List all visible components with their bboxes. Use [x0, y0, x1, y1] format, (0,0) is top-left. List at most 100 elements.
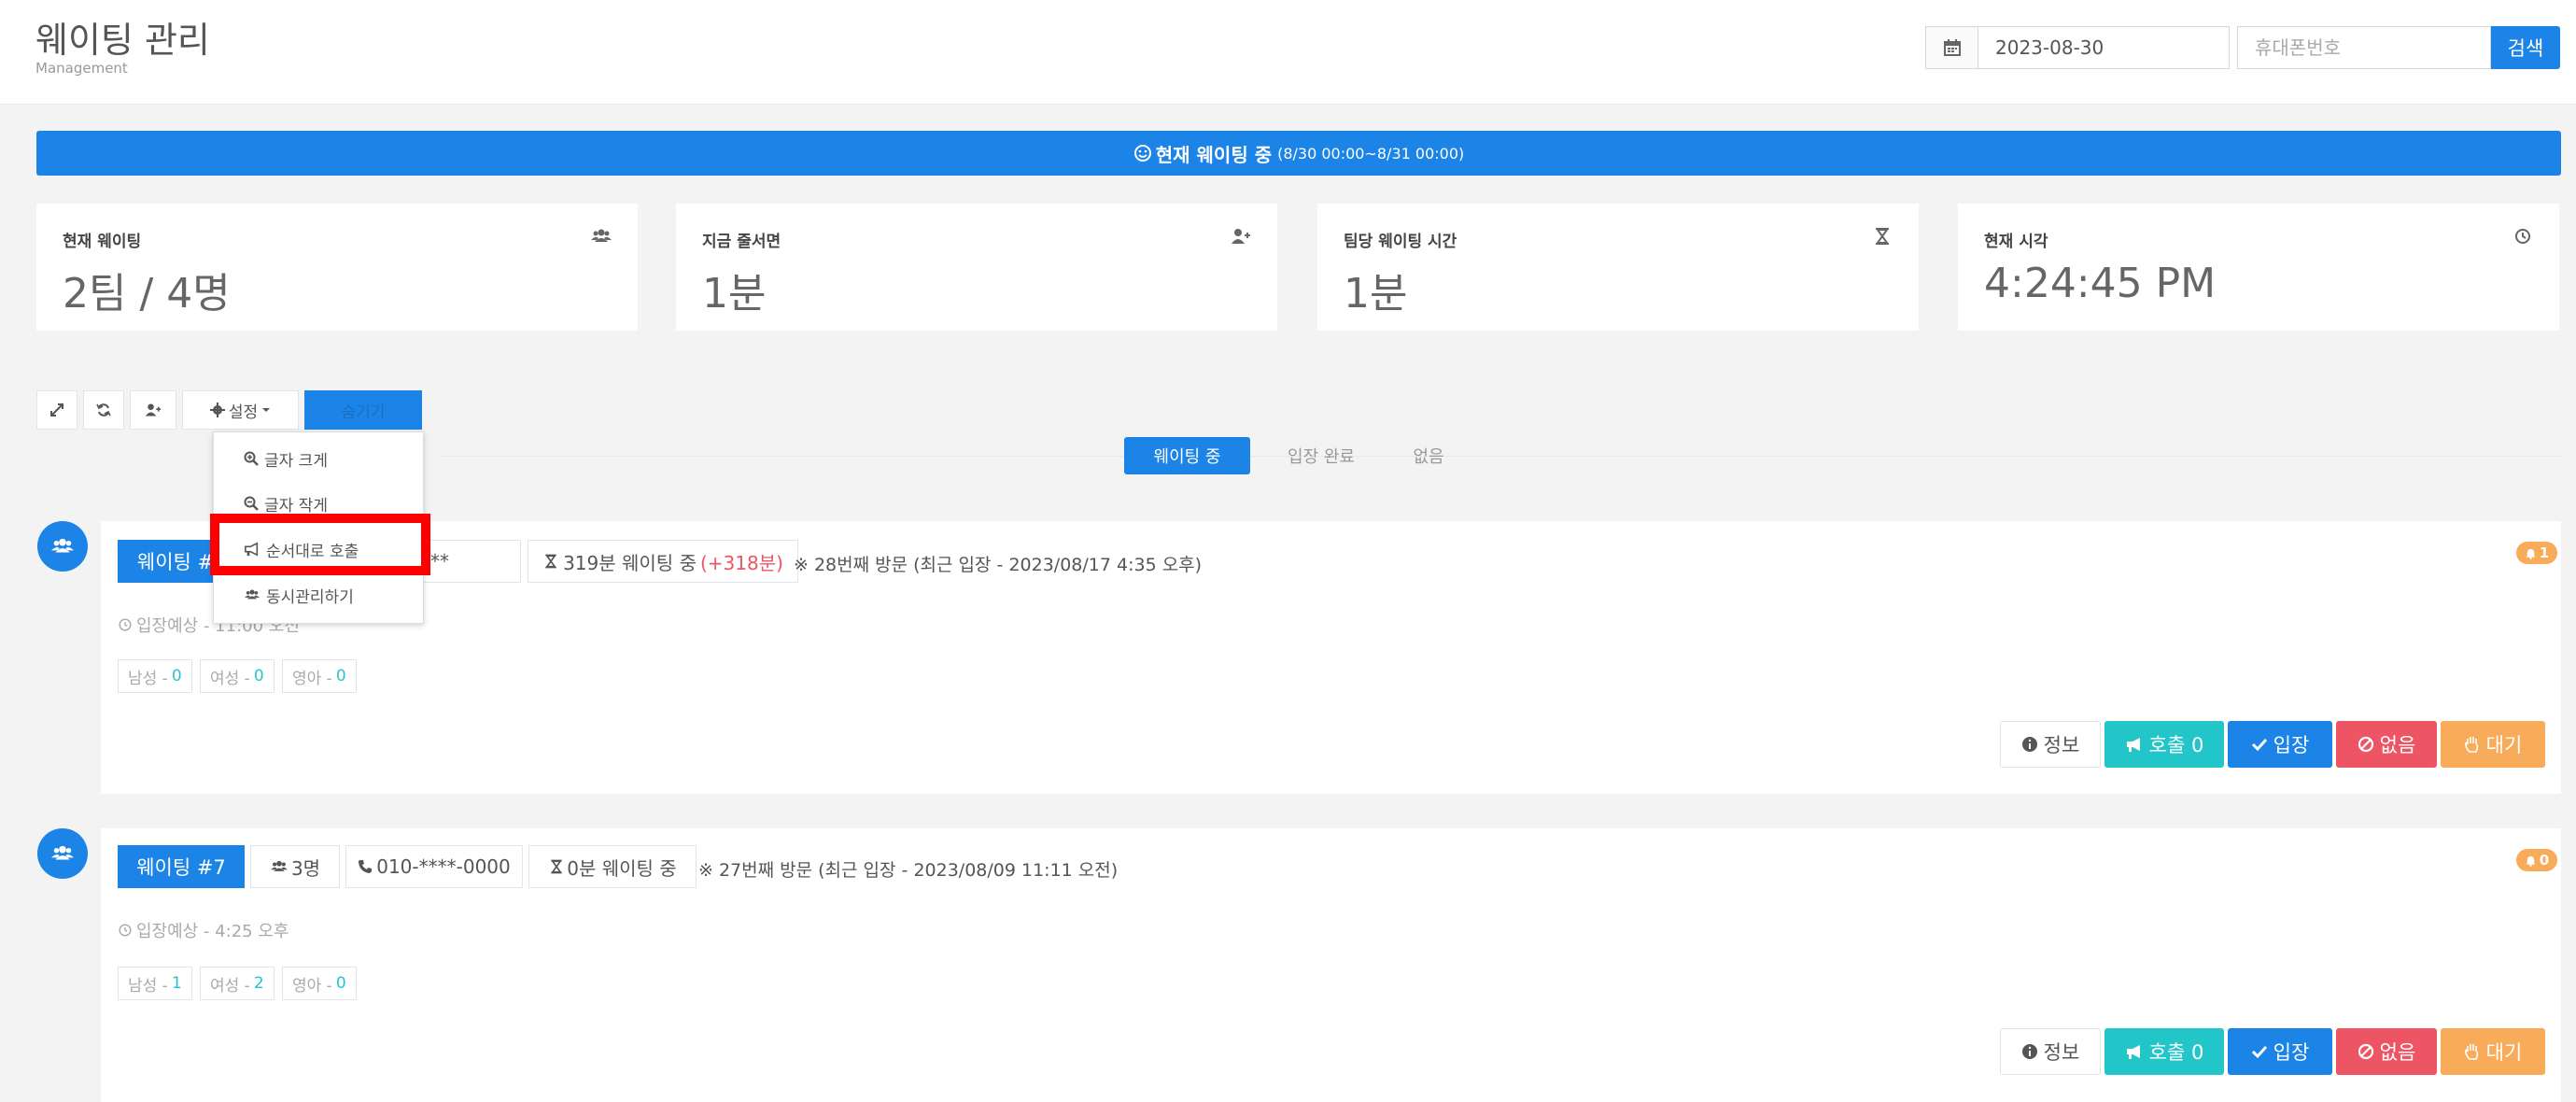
no-show-label: 없음 [2379, 734, 2416, 756]
waiting-number: 웨이팅 #7 [118, 845, 245, 888]
no-show-button[interactable]: 없음 [2336, 1028, 2437, 1075]
wait-time: 319분 웨이팅 중 [563, 551, 697, 574]
hourglass-icon [551, 859, 562, 874]
tab-none[interactable]: 없음 [1391, 437, 1466, 474]
users-icon [591, 229, 612, 242]
add-user-button[interactable] [130, 390, 176, 430]
info-label: 정보 [2043, 734, 2080, 756]
menu-item-label: 글자 크게 [264, 451, 328, 471]
menu-item-multi-manage[interactable]: 동시관리하기 [214, 576, 423, 614]
hold-label: 대기 [2485, 734, 2523, 756]
menu-item-label: 동시관리하기 [266, 587, 354, 607]
zoom-in-icon [244, 451, 259, 466]
date-value[interactable]: 2023-08-30 [1978, 27, 2104, 68]
check-icon [2251, 1045, 2267, 1059]
female-count-value: 2 [253, 974, 264, 993]
female-count-label: 여성 - [210, 976, 250, 996]
clock-icon [2515, 229, 2530, 244]
user-plus-icon [145, 403, 162, 417]
expand-icon [50, 403, 63, 417]
visit-history: ※ 28번째 방문 (최근 입장 - 2023/08/17 4:35 오후) [794, 555, 1203, 575]
female-count-label: 여성 - [210, 669, 250, 688]
wait-time-pill: 319분 웨이팅 중 (+318분) [528, 540, 798, 583]
user-plus-icon [1232, 229, 1250, 244]
info-button[interactable]: 정보 [2000, 721, 2101, 768]
stat-value: 4:24:45 PM [1984, 260, 2217, 307]
zoom-out-icon [244, 496, 259, 511]
enter-label: 입장 [2273, 734, 2310, 756]
call-count-badge: 1 [2516, 542, 2557, 564]
female-count: 여성 -2 [200, 967, 274, 1000]
entry-estimate: 입장예상 - 4:25 오후 [118, 918, 289, 942]
refresh-icon [96, 403, 111, 417]
stat-label: 현재 웨이팅 [63, 233, 142, 251]
stat-value: 2팀 / 4명 [63, 270, 231, 318]
phone-pill: 010-****-0000 [345, 845, 523, 888]
infant-count-label: 영아 - [292, 669, 332, 688]
infant-count-value: 0 [335, 667, 346, 685]
female-count-value: 0 [253, 667, 264, 685]
enter-button[interactable]: 입장 [2228, 1028, 2332, 1075]
hide-button[interactable]: 숨기기 [304, 390, 422, 430]
hand-icon [2464, 1044, 2478, 1060]
male-count-label: 남성 - [128, 669, 168, 688]
info-icon [2021, 1044, 2037, 1059]
search-button[interactable]: 검색 [2491, 26, 2560, 69]
settings-dropdown-button[interactable]: 설정 [182, 390, 299, 430]
hourglass-icon [545, 554, 556, 569]
male-count: 남성 -1 [118, 967, 192, 1000]
call-label: 호출 0 [2148, 734, 2204, 756]
stat-value: 1분 [1344, 270, 1408, 318]
calendar-icon[interactable] [1926, 27, 1978, 68]
wait-time-pill: 0분 웨이팅 중 [528, 845, 697, 888]
phone-icon [359, 860, 373, 873]
tab-waiting[interactable]: 웨이팅 중 [1124, 437, 1250, 474]
settings-label: 설정 [228, 403, 259, 422]
phone-search-input[interactable] [2237, 26, 2491, 69]
hold-button[interactable]: 대기 [2441, 721, 2545, 768]
no-show-button[interactable]: 없음 [2336, 721, 2437, 768]
call-count-badge: 0 [2516, 849, 2557, 871]
highlight-box [210, 514, 430, 575]
stat-card-current-waiting: 현재 웨이팅 2팀 / 4명 [36, 204, 638, 331]
clock-icon [119, 924, 132, 937]
infant-count: 영아 -0 [282, 967, 357, 1000]
banner-range: (8/30 00:00~8/31 00:00) [1277, 144, 1465, 162]
wait-extra: (+318분) [699, 551, 783, 574]
smile-icon [1133, 145, 1151, 162]
status-banner: 현재 웨이팅 중 (8/30 00:00~8/31 00:00) [36, 131, 2561, 176]
call-button[interactable]: 호출 0 [2104, 721, 2224, 768]
waiting-card: 웨이팅 # ** 319분 웨이팅 중 (+318분) ※ 28번째 방문 (최… [101, 521, 2561, 794]
male-count-value: 0 [171, 667, 182, 685]
menu-item-font-larger[interactable]: 글자 크게 [214, 440, 423, 477]
users-icon [51, 538, 74, 553]
hand-icon [2464, 737, 2478, 753]
badge-count: 0 [2539, 852, 2550, 869]
entry-estimate-text: 입장예상 - 4:25 오후 [136, 922, 289, 941]
refresh-button[interactable] [83, 390, 124, 430]
party-size: 3명 [290, 856, 321, 880]
phone-number: 010-****-0000 [376, 855, 511, 878]
male-count-label: 남성 - [128, 976, 168, 996]
enter-label: 입장 [2273, 1041, 2310, 1064]
hold-button[interactable]: 대기 [2441, 1028, 2545, 1075]
bell-icon [2526, 855, 2536, 867]
infant-count-value: 0 [335, 974, 346, 993]
avatar [37, 521, 88, 572]
hourglass-icon [1876, 228, 1889, 245]
tab-entered[interactable]: 입장 완료 [1270, 437, 1372, 474]
users-icon [51, 845, 74, 860]
call-button[interactable]: 호출 0 [2104, 1028, 2224, 1075]
bullhorn-icon [2126, 1045, 2140, 1059]
stat-value: 1분 [702, 270, 767, 318]
info-button[interactable]: 정보 [2000, 1028, 2101, 1075]
menu-item-label: 글자 작게 [264, 496, 328, 516]
date-picker[interactable]: 2023-08-30 [1925, 26, 2230, 69]
expand-button[interactable] [36, 390, 77, 430]
ban-icon [2358, 1043, 2373, 1060]
visit-history: ※ 27번째 방문 (최근 입장 - 2023/08/09 11:11 오전) [698, 860, 1119, 881]
stat-label: 현재 시각 [1984, 233, 2048, 251]
gear-icon [209, 403, 225, 417]
enter-button[interactable]: 입장 [2228, 721, 2332, 768]
clock-icon [119, 618, 132, 631]
